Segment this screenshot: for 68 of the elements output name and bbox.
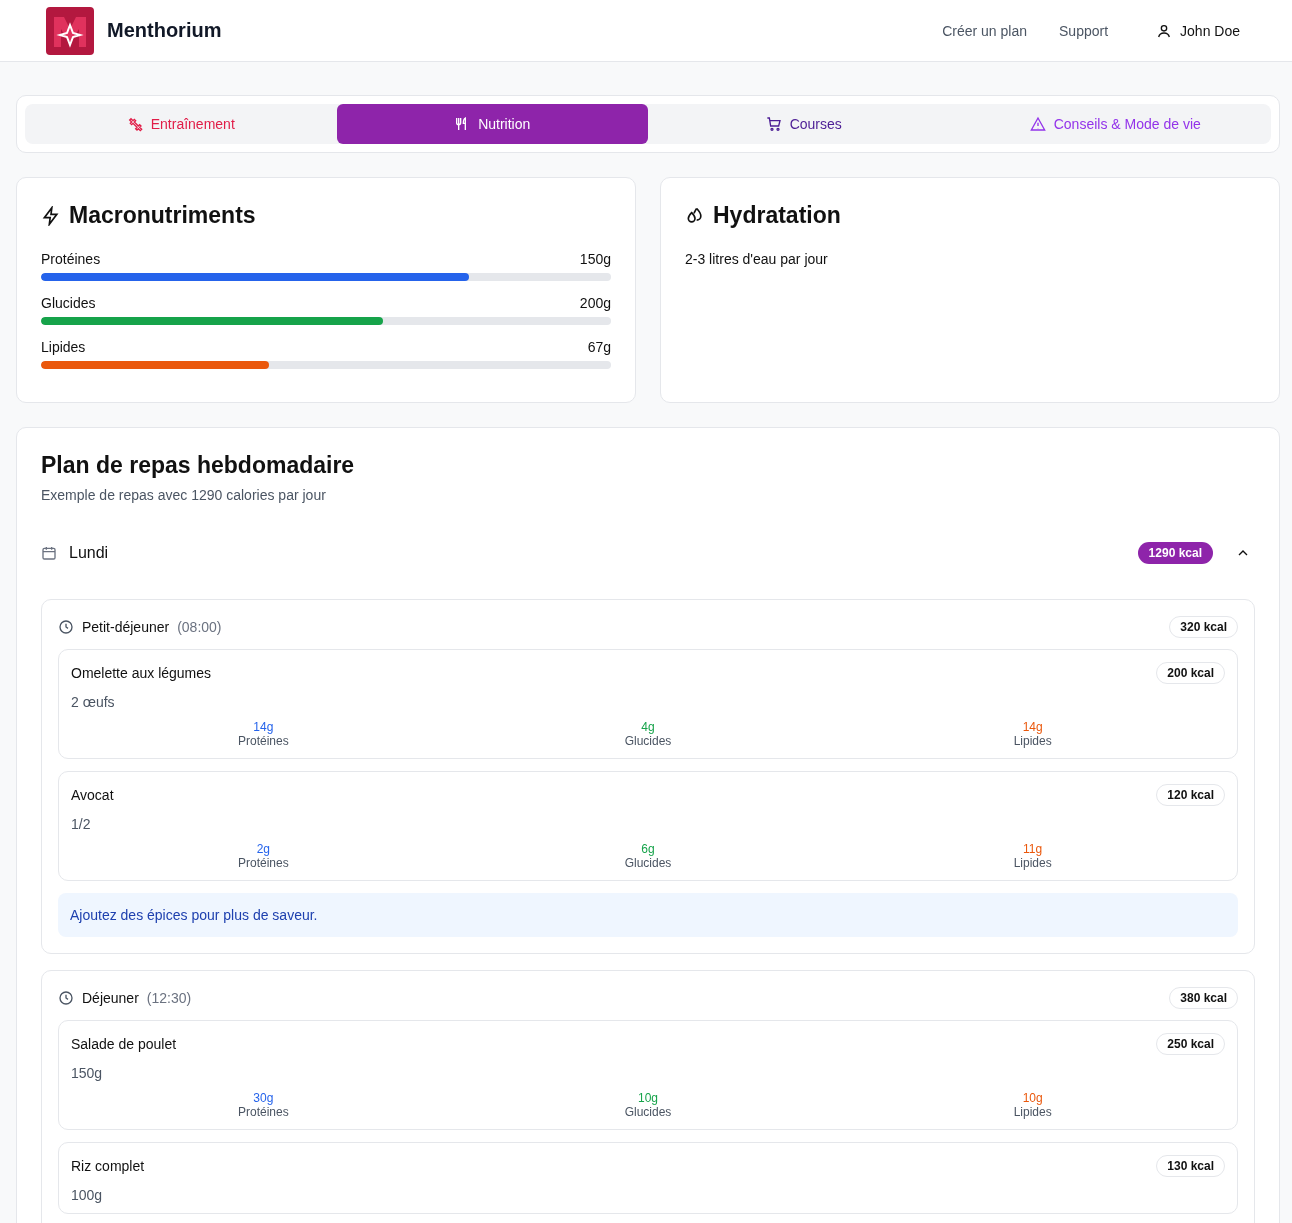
food-name: Omelette aux légumes bbox=[71, 665, 212, 681]
macro-label: Lipides bbox=[1013, 734, 1052, 748]
macro-value: 2g bbox=[256, 842, 270, 856]
droplets-icon bbox=[685, 205, 705, 226]
macro-value: 4g bbox=[641, 720, 655, 734]
nav-link[interactable]: Créer un plan bbox=[942, 22, 1027, 39]
kcal-badge: 320 kcal bbox=[1169, 616, 1238, 638]
card-title: Plan de repas hebdomadaire bbox=[41, 452, 356, 479]
macro-amount: 200g bbox=[579, 295, 611, 311]
kcal-badge: 200 kcal bbox=[1156, 662, 1225, 684]
tab[interactable]: Conseils & Mode de vie bbox=[959, 104, 1271, 144]
macro-label: Lipides bbox=[1013, 856, 1052, 870]
nav-link[interactable]: Support bbox=[1059, 22, 1109, 39]
logo-icon bbox=[46, 6, 94, 55]
clock-icon bbox=[58, 619, 74, 635]
food-name: Avocat bbox=[71, 787, 114, 803]
food-quantity: 1/2 bbox=[71, 816, 92, 832]
tab[interactable]: Nutrition bbox=[336, 104, 648, 144]
meal-name: Déjeuner bbox=[82, 990, 139, 1006]
food-name: Riz complet bbox=[71, 1158, 145, 1174]
macro-amount: 150g bbox=[579, 251, 611, 267]
card-title: Macronutriments bbox=[69, 202, 256, 229]
macro-label: Lipides bbox=[1013, 1105, 1052, 1119]
macro-value: 10g bbox=[1022, 1091, 1043, 1105]
food-quantity: 100g bbox=[71, 1187, 104, 1203]
lightning-icon bbox=[41, 205, 61, 226]
tab[interactable]: Entraînement bbox=[25, 104, 337, 144]
macro-value: 14g bbox=[1022, 720, 1043, 734]
macro-value: 11g bbox=[1023, 842, 1043, 856]
macro-amount: 67g bbox=[587, 339, 611, 355]
macro-label: Protéines bbox=[237, 856, 289, 870]
kcal-badge: 250 kcal bbox=[1156, 1033, 1225, 1055]
macro-label: Glucides bbox=[624, 1105, 672, 1119]
brand-name: Menthorium bbox=[107, 19, 222, 42]
hydration-text: 2-3 litres d'eau par jour bbox=[685, 251, 829, 267]
macro-label: Lipides bbox=[41, 339, 86, 355]
kcal-badge: 120 kcal bbox=[1156, 784, 1225, 806]
clock-icon bbox=[58, 990, 74, 1006]
calendar-icon bbox=[41, 545, 57, 561]
card-title: Hydratation bbox=[713, 202, 841, 229]
tip-banner: Ajoutez des épices pour plus de saveur. bbox=[58, 893, 1238, 937]
dumbbell-icon bbox=[126, 116, 143, 132]
food-name: Salade de poulet bbox=[71, 1036, 177, 1052]
macro-label: Protéines bbox=[237, 1105, 289, 1119]
macro-value: 10g bbox=[637, 1091, 658, 1105]
food-quantity: 2 œufs bbox=[71, 694, 116, 710]
kcal-badge: 380 kcal bbox=[1169, 987, 1238, 1009]
macro-value: 6g bbox=[641, 842, 655, 856]
meal-time: (12:30) bbox=[146, 990, 192, 1006]
kcal-badge: 130 kcal bbox=[1156, 1155, 1225, 1177]
tab[interactable]: Courses bbox=[648, 104, 960, 144]
meal-name: Petit-déjeuner bbox=[82, 619, 170, 635]
card-subtitle: Exemple de repas avec 1290 calories par jour bbox=[41, 487, 327, 503]
macro-value: 14g bbox=[253, 720, 274, 734]
macro-label: Glucides bbox=[624, 856, 672, 870]
food-quantity: 150g bbox=[71, 1065, 104, 1081]
macro-label: Protéines bbox=[237, 734, 289, 748]
cart-icon bbox=[765, 116, 782, 132]
meal-time: (08:00) bbox=[177, 619, 222, 635]
warning-icon bbox=[1029, 116, 1046, 132]
day-name: Lundi bbox=[69, 544, 109, 562]
macro-label: Protéines bbox=[41, 251, 101, 267]
user-menu-button[interactable]: John Doe bbox=[1156, 22, 1240, 39]
macro-label: Glucides bbox=[41, 295, 96, 311]
kcal-badge: 1290 kcal bbox=[1137, 542, 1213, 564]
macro-value: 30g bbox=[253, 1091, 274, 1105]
macro-label: Glucides bbox=[624, 734, 672, 748]
user-icon bbox=[1156, 22, 1173, 39]
